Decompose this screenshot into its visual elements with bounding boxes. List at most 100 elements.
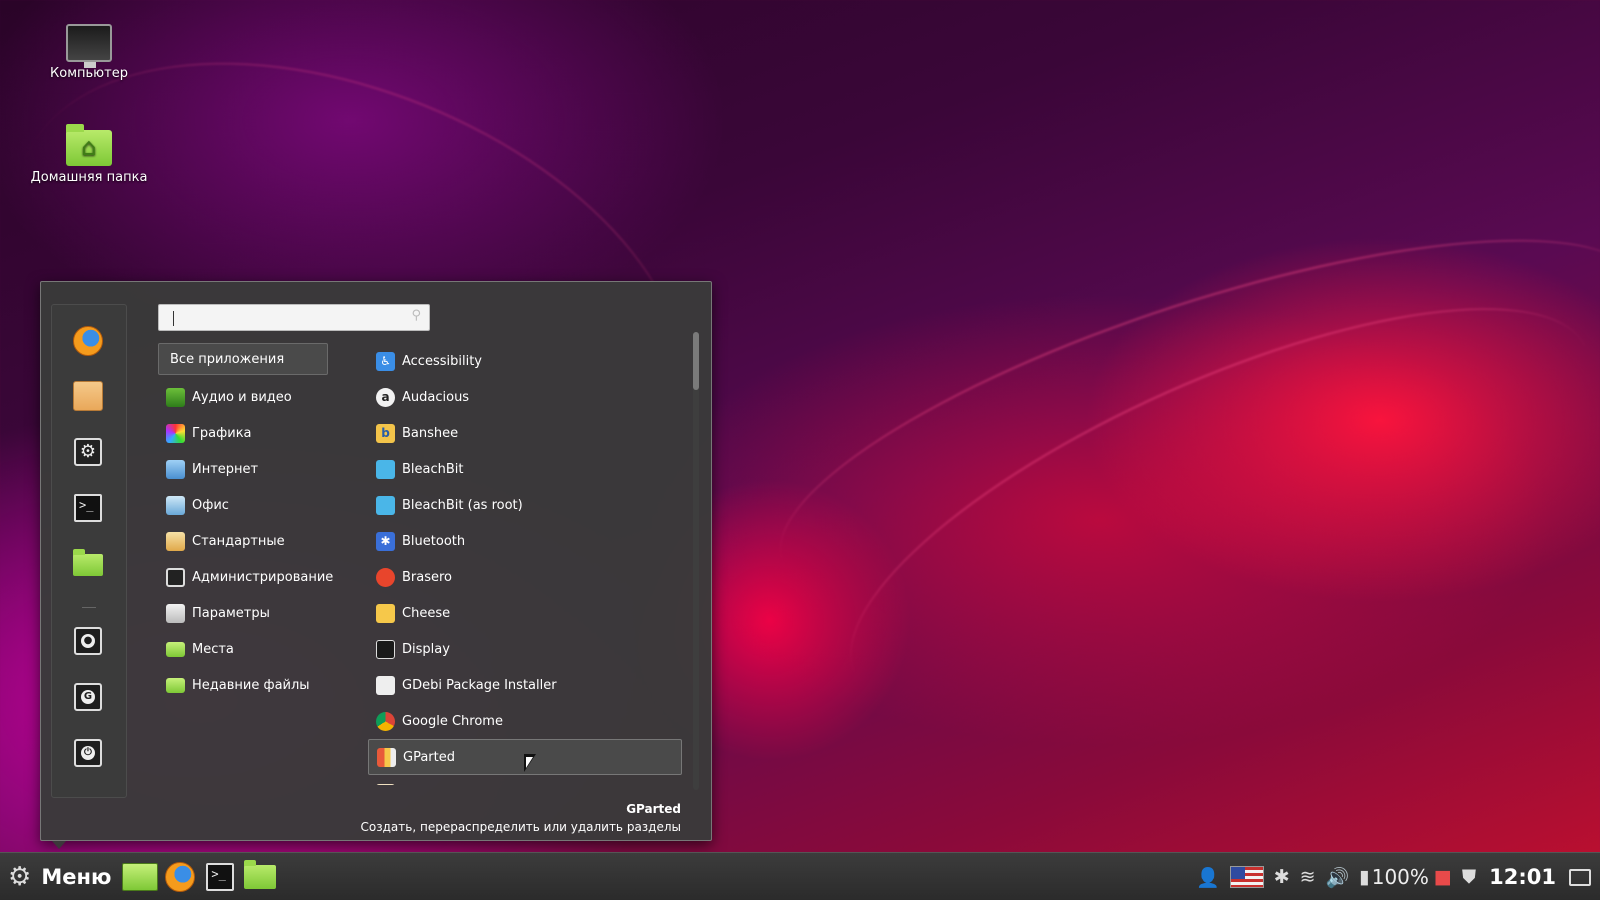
menu-button[interactable]: ⚙ Меню: [0, 853, 121, 900]
home-folder-icon: [66, 124, 112, 166]
lock-screen-button[interactable]: ●: [72, 625, 104, 657]
app-display[interactable]: Display: [368, 631, 682, 667]
audacious-icon: a: [376, 387, 395, 407]
app-label: Banshee: [402, 425, 459, 441]
favorite-files[interactable]: [72, 549, 104, 581]
app-label: GDebi Package Installer: [402, 677, 557, 693]
category-recent-files[interactable]: Недавние файлы: [158, 667, 328, 703]
app-gdebi[interactable]: GDebi Package Installer: [368, 667, 682, 703]
administration-icon: [166, 567, 185, 587]
wifi-icon[interactable]: ≋: [1300, 866, 1316, 888]
category-label: Параметры: [192, 605, 270, 621]
launcher-firefox[interactable]: [161, 860, 199, 894]
accessories-icon: [166, 531, 185, 551]
app-bleachbit-root[interactable]: BleachBit (as root): [368, 487, 682, 523]
office-icon: [166, 495, 185, 515]
text-caret: [173, 311, 174, 326]
launcher-terminal[interactable]: >_: [201, 860, 239, 894]
desktop-icon-label: Домашняя папка: [30, 170, 148, 185]
app-brasero[interactable]: Brasero: [368, 559, 682, 595]
files-icon: [244, 859, 277, 889]
files-icon: [73, 549, 103, 576]
app-bleachbit[interactable]: BleachBit: [368, 451, 682, 487]
battery-icon[interactable]: ▮: [1359, 866, 1369, 888]
category-audio-video[interactable]: Аудио и видео: [158, 379, 328, 415]
desktop-icon-computer[interactable]: Компьютер: [24, 24, 154, 81]
scrollbar-thumb[interactable]: [693, 332, 699, 390]
camera-icon[interactable]: ■: [1434, 866, 1452, 888]
category-internet[interactable]: Интернет: [158, 451, 328, 487]
shield-icon[interactable]: ⛊: [1462, 866, 1476, 888]
show-desktop-monitor-icon[interactable]: [1569, 866, 1591, 888]
show-desktop-icon: [122, 862, 159, 891]
display-icon: [376, 639, 395, 659]
category-accessories[interactable]: Стандартные: [158, 523, 328, 559]
mouse-cursor: [524, 754, 536, 772]
app-google-chrome[interactable]: Google Chrome: [368, 703, 682, 739]
category-label: Стандартные: [192, 533, 285, 549]
banshee-icon: b: [376, 423, 395, 443]
desktop-icon-label: Компьютер: [50, 66, 128, 81]
category-graphics[interactable]: Графика: [158, 415, 328, 451]
bleachbit-icon: [376, 459, 395, 479]
application-menu: ⚙ >_ ● G ⏻ ⚲ Все приложения Аудио и виде…: [40, 281, 712, 841]
keyboard-layout-flag-icon[interactable]: [1229, 866, 1264, 889]
preferences-icon: [166, 603, 185, 623]
launcher-files[interactable]: [241, 859, 279, 894]
gear-icon: ⚙: [8, 861, 32, 892]
cheese-icon: [376, 603, 395, 623]
application-list-scrollbar[interactable]: [693, 332, 699, 790]
recent-folder-icon: [166, 677, 185, 693]
category-label: Администрирование: [192, 569, 334, 585]
category-label: Интернет: [192, 461, 259, 477]
clock[interactable]: 12:01: [1489, 865, 1556, 889]
category-office[interactable]: Офис: [158, 487, 328, 523]
category-label: Графика: [192, 425, 252, 441]
favorite-firefox[interactable]: [72, 325, 104, 357]
firefox-icon: [165, 861, 196, 892]
multimedia-icon: [166, 387, 185, 407]
shutdown-button[interactable]: ⏻: [72, 737, 104, 769]
app-cheese[interactable]: Cheese: [368, 595, 682, 631]
bluetooth-icon: ✱: [376, 531, 395, 551]
app-label: GParted: [403, 749, 455, 765]
app-label: Cheese: [402, 605, 451, 621]
app-label: Display: [402, 641, 450, 657]
app-bluetooth[interactable]: ✱ Bluetooth: [368, 523, 682, 559]
search-icon: ⚲: [411, 308, 421, 323]
app-description-title: GParted: [626, 802, 681, 816]
favorite-system-settings[interactable]: ⚙: [72, 436, 104, 468]
category-all-applications[interactable]: Все приложения: [158, 343, 328, 375]
volume-icon[interactable]: 🔊: [1326, 866, 1350, 889]
menu-button-label: Меню: [41, 864, 112, 889]
category-places[interactable]: Места: [158, 631, 328, 667]
desktop-icon-home[interactable]: Домашняя папка: [24, 124, 154, 185]
graphics-icon: [166, 423, 185, 443]
category-preferences[interactable]: Параметры: [158, 595, 328, 631]
logout-button[interactable]: G: [72, 681, 104, 713]
search-input[interactable]: ⚲: [158, 304, 430, 331]
user-icon[interactable]: 👤: [1196, 866, 1220, 889]
app-label: BleachBit: [402, 461, 464, 477]
battery-percentage: 100%: [1371, 865, 1429, 889]
favorites-bar: ⚙ >_ ● G ⏻: [51, 304, 127, 798]
app-label: BleachBit (as root): [402, 497, 523, 513]
category-label: Офис: [192, 497, 229, 513]
firefox-icon: [73, 326, 103, 356]
favorite-package-manager[interactable]: [72, 380, 104, 412]
bleachbit-root-icon: [376, 495, 395, 515]
app-accessibility[interactable]: ♿ Accessibility: [368, 343, 682, 379]
terminal-icon: >_: [74, 494, 102, 522]
gthumb-icon: [376, 783, 395, 785]
app-gthumb[interactable]: gThumb: [368, 775, 682, 785]
system-tray: 👤 ✱ ≋ 🔊 ▮ 100% ■ ⛊ 12:01: [1191, 853, 1596, 900]
app-banshee[interactable]: b Banshee: [368, 415, 682, 451]
bluetooth-icon[interactable]: ✱: [1274, 866, 1290, 888]
gparted-icon: [377, 747, 396, 767]
app-audacious[interactable]: a Audacious: [368, 379, 682, 415]
app-label: Bluetooth: [402, 533, 466, 549]
favorite-terminal[interactable]: >_: [72, 492, 104, 524]
launcher-show-desktop[interactable]: [121, 860, 159, 894]
category-administration[interactable]: Администрирование: [158, 559, 333, 595]
menu-pointer: [52, 841, 66, 849]
